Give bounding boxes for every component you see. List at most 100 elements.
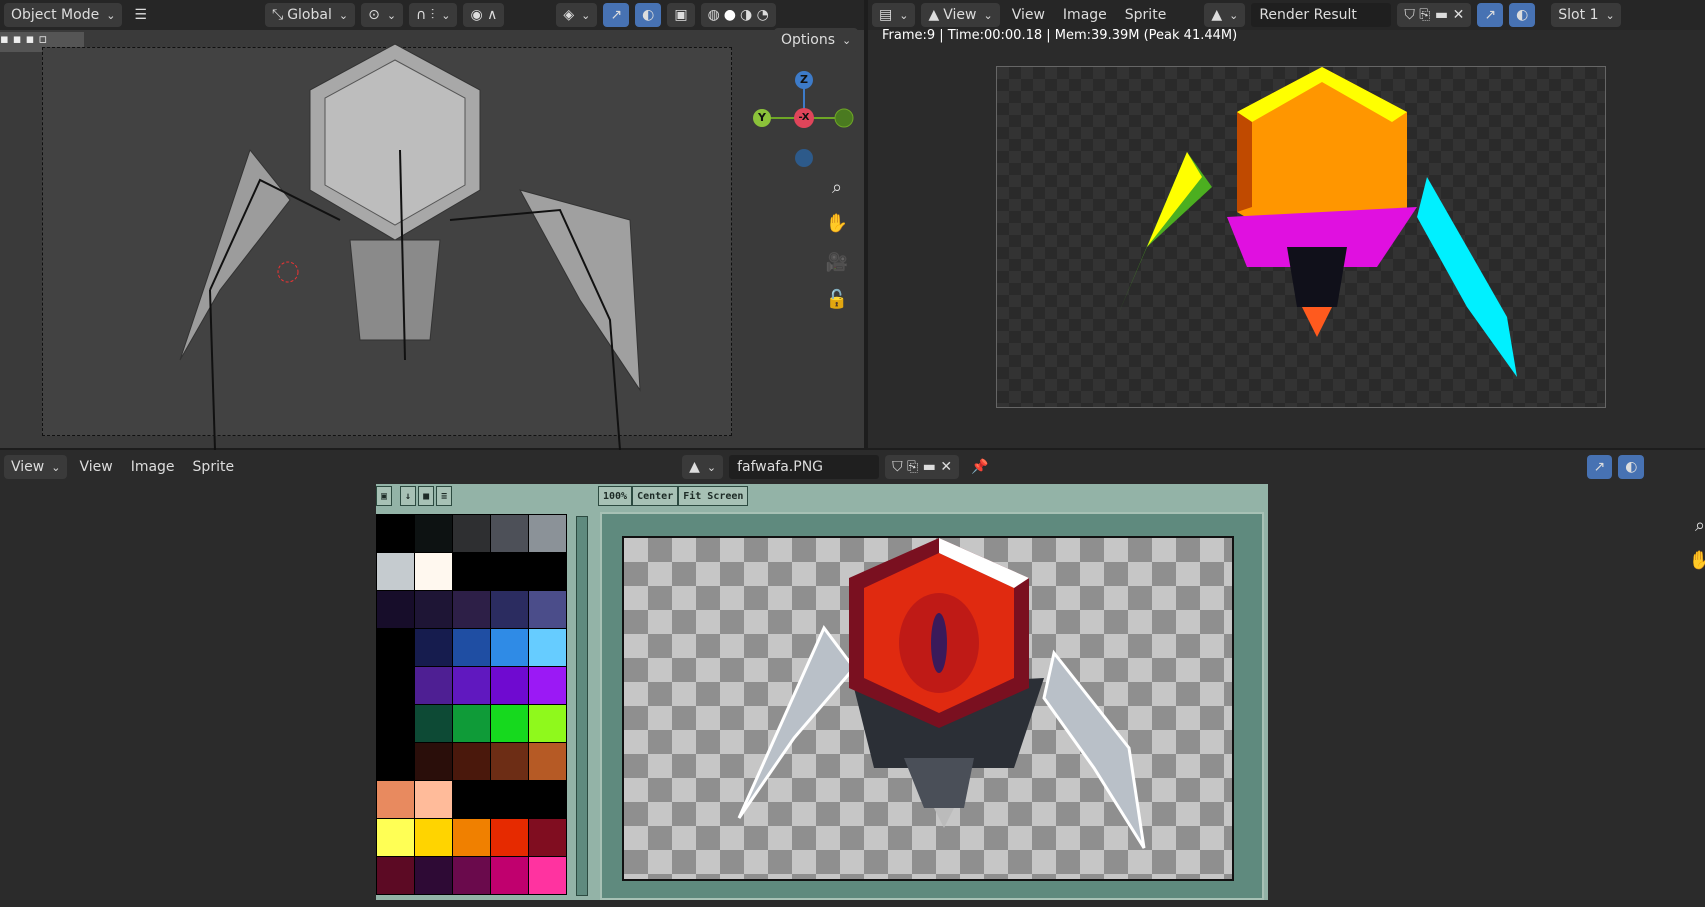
palette-swatch[interactable] bbox=[491, 591, 528, 628]
palette-swatch[interactable] bbox=[377, 743, 414, 780]
palette-swatch[interactable] bbox=[529, 705, 566, 742]
color-palette[interactable] bbox=[376, 514, 567, 895]
visibility-dropdown[interactable]: ◈ bbox=[556, 3, 598, 27]
image-actions-bottom[interactable]: ⛉ ⎘ ▬ ✕ bbox=[885, 455, 960, 479]
palette-swatch[interactable] bbox=[377, 781, 414, 818]
mode-dropdown[interactable]: Object Mode bbox=[4, 3, 123, 27]
axis-y[interactable]: Y bbox=[753, 109, 771, 127]
palette-swatch[interactable] bbox=[453, 857, 490, 894]
palette-swatch[interactable] bbox=[529, 591, 566, 628]
browse-image-button-bottom[interactable]: ▲ bbox=[682, 455, 724, 479]
sprite-image-editor[interactable]: View View Image Sprite ▲ fafwafa.PNG ⛉ ⎘… bbox=[0, 450, 1705, 907]
axis-z[interactable]: Z bbox=[795, 71, 813, 89]
palette-swatch[interactable] bbox=[453, 743, 490, 780]
palette-swatch[interactable] bbox=[529, 667, 566, 704]
palette-swatch[interactable] bbox=[453, 781, 490, 818]
palette-swatch[interactable] bbox=[453, 629, 490, 666]
palette-swatch[interactable] bbox=[377, 553, 414, 590]
lock-palette-icon[interactable]: ▣ bbox=[376, 486, 393, 506]
navigation-gizmo[interactable]: Z Y -X bbox=[752, 68, 856, 172]
palette-swatch[interactable] bbox=[377, 705, 414, 742]
palette-swatch[interactable] bbox=[453, 819, 490, 856]
palette-swatch[interactable] bbox=[377, 819, 414, 856]
palette-sort-icon[interactable]: ↓ bbox=[400, 486, 417, 506]
palette-swatch[interactable] bbox=[529, 629, 566, 666]
gizmo-toggle[interactable]: ↗ bbox=[603, 3, 630, 27]
image-name-field-bottom[interactable]: fafwafa.PNG bbox=[729, 455, 880, 479]
shading-modes[interactable]: ◍ ● ◑ ◔ bbox=[700, 3, 776, 27]
palette-swatch[interactable] bbox=[491, 629, 528, 666]
image-name-field[interactable]: Render Result bbox=[1251, 3, 1392, 27]
palette-swatch[interactable] bbox=[415, 515, 452, 552]
palette-swatch[interactable] bbox=[491, 515, 528, 552]
palette-swatch[interactable] bbox=[415, 857, 452, 894]
view-dropdown[interactable]: ▲ View bbox=[921, 3, 1000, 27]
palette-swatch[interactable] bbox=[491, 819, 528, 856]
palette-swatch[interactable] bbox=[453, 515, 490, 552]
sprite-canvas[interactable] bbox=[622, 536, 1234, 881]
menu-sprite-bottom[interactable]: Sprite bbox=[187, 456, 241, 478]
zoom-icon[interactable]: ⌕ bbox=[822, 172, 852, 202]
menu-image[interactable]: Image bbox=[1057, 4, 1113, 26]
palette-swatch[interactable] bbox=[529, 743, 566, 780]
palette-swatch[interactable] bbox=[491, 857, 528, 894]
pivot-dropdown[interactable]: ⊙ bbox=[361, 3, 404, 27]
palette-swatch[interactable] bbox=[491, 553, 528, 590]
proportional-edit-toggle[interactable]: ◉ ∧ bbox=[463, 3, 505, 27]
palette-swatch[interactable] bbox=[415, 743, 452, 780]
palette-swatch[interactable] bbox=[415, 667, 452, 704]
palette-swatch[interactable] bbox=[377, 857, 414, 894]
menu-view[interactable]: View bbox=[1006, 4, 1051, 26]
fit-screen-button[interactable]: Fit Screen bbox=[678, 486, 749, 506]
palette-swatch[interactable] bbox=[415, 819, 452, 856]
palette-swatch[interactable] bbox=[529, 515, 566, 552]
editor-type-dropdown[interactable]: ▤ bbox=[872, 3, 916, 27]
overlay-toggle-render[interactable]: ◐ bbox=[1509, 3, 1536, 27]
axis-neg-x[interactable]: -X bbox=[794, 108, 814, 128]
palette-swatch[interactable] bbox=[377, 667, 414, 704]
palette-swatch[interactable] bbox=[377, 629, 414, 666]
browse-image-button[interactable]: ▲ bbox=[1204, 3, 1246, 27]
overlay-toggle-bottom[interactable]: ◐ bbox=[1618, 455, 1645, 479]
gizmo-toggle-bottom[interactable]: ↗ bbox=[1586, 455, 1613, 479]
menu-icon[interactable]: ☰ bbox=[128, 4, 153, 26]
palette-swatch[interactable] bbox=[529, 553, 566, 590]
palette-swatch[interactable] bbox=[491, 743, 528, 780]
palette-swatch[interactable] bbox=[491, 781, 528, 818]
camera-icon[interactable]: 🎥 bbox=[822, 247, 852, 277]
palette-swatch[interactable] bbox=[491, 667, 528, 704]
slot-dropdown[interactable]: Slot 1 bbox=[1551, 3, 1622, 27]
palette-swatch[interactable] bbox=[415, 629, 452, 666]
palette-swatch[interactable] bbox=[415, 553, 452, 590]
menu-sprite[interactable]: Sprite bbox=[1119, 4, 1173, 26]
palette-swatch[interactable] bbox=[529, 857, 566, 894]
view-dropdown-bottom[interactable]: View bbox=[4, 455, 68, 479]
palette-swatch[interactable] bbox=[491, 705, 528, 742]
palette-swatch[interactable] bbox=[529, 819, 566, 856]
pin-icon[interactable]: 📌 bbox=[965, 456, 994, 478]
palette-menu-icon[interactable]: ≡ bbox=[436, 486, 453, 506]
palette-swatch[interactable] bbox=[453, 553, 490, 590]
palette-swatch[interactable] bbox=[453, 705, 490, 742]
orientation-dropdown[interactable]: ⤡ Global bbox=[264, 3, 356, 27]
menu-view-bottom[interactable]: View bbox=[73, 456, 118, 478]
palette-swatch[interactable] bbox=[415, 781, 452, 818]
palette-swatch[interactable] bbox=[453, 591, 490, 628]
options-dropdown[interactable]: Options bbox=[774, 28, 859, 52]
palette-scrollbar[interactable] bbox=[576, 516, 588, 896]
zoom-100-button[interactable]: 100% bbox=[598, 486, 633, 506]
render-image-editor[interactable]: ▤ ▲View View Image Sprite ▲ Render Resul… bbox=[868, 0, 1705, 448]
palette-swatch[interactable] bbox=[453, 667, 490, 704]
zoom-icon-bottom[interactable]: ⌕ bbox=[1685, 510, 1705, 540]
lock-icon[interactable]: 🔓 bbox=[822, 284, 852, 314]
pan-icon-bottom[interactable]: ✋ bbox=[1685, 545, 1705, 575]
menu-image-bottom[interactable]: Image bbox=[125, 456, 181, 478]
overlay-toggle[interactable]: ◐ bbox=[635, 3, 662, 27]
xray-toggle[interactable]: ▣ bbox=[667, 3, 695, 27]
palette-swatch[interactable] bbox=[415, 591, 452, 628]
palette-swatch[interactable] bbox=[529, 781, 566, 818]
image-actions[interactable]: ⛉ ⎘ ▬ ✕ bbox=[1397, 3, 1472, 27]
center-button[interactable]: Center bbox=[632, 486, 679, 506]
pan-hand-icon[interactable]: ✋ bbox=[822, 208, 852, 238]
palette-swatch-icon[interactable]: ■ bbox=[418, 486, 435, 506]
